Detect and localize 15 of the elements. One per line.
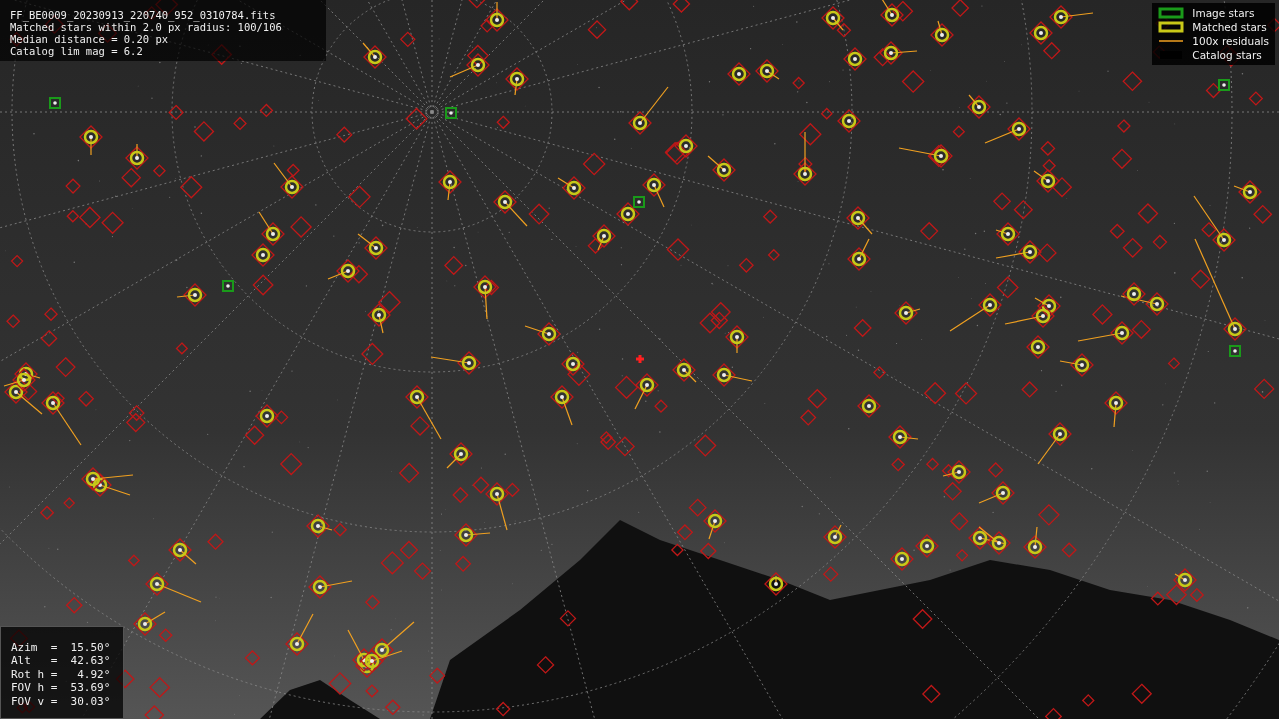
- info-text: Median distance = 0.20 px: [10, 33, 170, 45]
- legend-label: Matched stars: [1192, 21, 1267, 33]
- star-box-icon: [1158, 21, 1185, 33]
- info-text: FF_BE0009_20230913_220740_952_0310784.fits: [10, 9, 277, 21]
- info-text: Catalog lim mag = 6.2: [10, 45, 144, 57]
- legend-label: Catalog stars: [1192, 49, 1262, 61]
- camera-value: Rot h = 4.92°: [11, 667, 112, 681]
- info-text: Matched stars within 2.0 px radius: 100/106: [10, 21, 283, 33]
- camera-value: Azim = 15.50°: [11, 640, 112, 654]
- camera-value: FOV h = 53.69°: [11, 681, 112, 695]
- camera-value: Alt = 42.63°: [11, 654, 112, 668]
- star-box-icon: [1158, 7, 1185, 19]
- legend-label: Image stars: [1192, 7, 1255, 19]
- camera-value: FOV v = 30.03°: [11, 694, 112, 708]
- legend-label: 100x residuals: [1192, 35, 1269, 47]
